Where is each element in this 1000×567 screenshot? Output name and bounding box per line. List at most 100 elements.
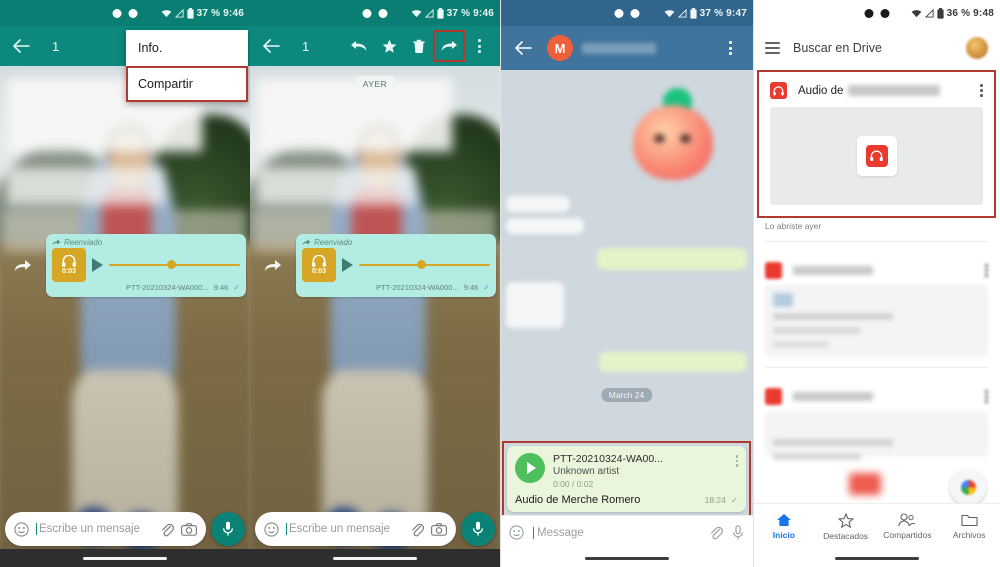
chat-bubble-incoming[interactable]: [506, 218, 584, 234]
status-bar-right-panel3: 37 % 9:47: [664, 7, 747, 19]
recent-file-card-highlight: Audio de: [757, 70, 996, 218]
star-icon-panel2[interactable]: [374, 31, 404, 61]
audio-filename-panel3: PTT-20210324-WA00...: [553, 453, 663, 465]
play-icon-panel2[interactable]: [342, 257, 353, 272]
status-bar-panel3: 37 % 9:47: [500, 0, 753, 26]
google-fab[interactable]: [950, 469, 986, 505]
microphone-icon-panel2: [472, 521, 484, 536]
microphone-icon: [222, 521, 234, 536]
selection-count-panel2: 1: [302, 38, 310, 54]
list-divider-2: [765, 367, 988, 368]
list-item[interactable]: [753, 378, 1000, 411]
nav-item-destacados[interactable]: Destacados: [815, 512, 877, 541]
chat-bubble-outgoing[interactable]: [599, 352, 747, 372]
message-input-bar-panel3: Message: [500, 515, 753, 549]
camera-dots-icon-panel4: [864, 8, 889, 18]
audio-artist-panel3: Unknown artist: [553, 466, 620, 477]
system-nav-panel3: [500, 549, 753, 567]
attach-icon[interactable]: [160, 522, 174, 537]
nav-item-compartidos[interactable]: Compartidos: [877, 513, 939, 540]
play-icon-panel1[interactable]: [92, 257, 103, 272]
reply-icon-panel2[interactable]: [344, 31, 374, 61]
recent-file-card[interactable]: Audio de: [760, 73, 993, 205]
emoji-icon-panel3[interactable]: [509, 525, 524, 540]
forward-icon-panel2[interactable]: [433, 30, 465, 62]
back-button-panel2[interactable]: [256, 31, 286, 61]
file-preview-row2[interactable]: [765, 411, 988, 460]
file-options-icon-row2[interactable]: [985, 390, 988, 403]
file-options-icon[interactable]: [980, 84, 983, 97]
read-receipt-icon-panel2: ✓: [483, 282, 490, 292]
file-preview-row1[interactable]: [765, 285, 988, 357]
audio-timestamp-panel3: 18:24: [704, 495, 726, 505]
photo-viewer-panel1: Reenviado 0:03 PTT-20210324-WA000... 9:4…: [0, 66, 250, 567]
read-receipt-icon-panel3: ✓: [730, 495, 738, 505]
delete-icon-panel2[interactable]: [404, 31, 434, 61]
search-bar-panel4[interactable]: Buscar en Drive: [753, 26, 1000, 70]
menu-item-info[interactable]: Info.: [126, 30, 248, 66]
audio-message-panel3[interactable]: PTT-20210324-WA00... Unknown artist 0:00…: [507, 446, 746, 512]
file-thumbnail[interactable]: [770, 107, 983, 205]
system-nav-panel1: [0, 549, 250, 567]
status-bar-right-panel1: 37 % 9:46: [161, 7, 244, 19]
message-placeholder-panel2: Escribe un mensaje: [286, 523, 403, 535]
audio-bubble-panel1[interactable]: Reenviado 0:03 PTT-20210324-WA000... 9:4…: [46, 233, 246, 297]
hamburger-menu-icon[interactable]: [765, 42, 780, 54]
folder-icon: [961, 514, 978, 527]
panel-divider-1: [500, 0, 501, 567]
list-item[interactable]: [753, 252, 1000, 285]
status-bar-panel2: 37 % 9:46: [250, 0, 500, 26]
chat-scroll-panel3[interactable]: March 24 PTT-20210324-WA00... Unknown ar…: [500, 70, 753, 515]
microphone-icon-panel3[interactable]: [732, 524, 744, 541]
search-placeholder[interactable]: Buscar en Drive: [793, 41, 953, 55]
battery-icon-panel2: [436, 7, 444, 19]
file-name-redacted-row1: [793, 266, 873, 275]
account-avatar-panel4[interactable]: [966, 37, 988, 59]
menu-item-compartir[interactable]: Compartir: [126, 66, 248, 102]
message-input-panel2[interactable]: Escribe un mensaje: [255, 512, 456, 546]
nav-item-archivos[interactable]: Archivos: [938, 513, 1000, 540]
audio-duration-panel2: 0:03: [311, 267, 326, 275]
audio-filename-panel1: PTT-20210324-WA000...: [126, 282, 209, 292]
forward-arrow-icon-panel1: [0, 259, 46, 272]
nav-item-inicio[interactable]: Inicio: [753, 513, 815, 540]
audio-options-icon-panel3[interactable]: [735, 453, 738, 467]
signal-icon-panel4: [924, 8, 934, 18]
chat-bubble-incoming[interactable]: [506, 282, 564, 328]
attach-icon-panel3[interactable]: [709, 525, 723, 540]
overflow-menu-icon-panel3[interactable]: [715, 33, 745, 63]
camera-icon-panel2[interactable]: [431, 522, 447, 536]
back-button-panel3[interactable]: [508, 33, 538, 63]
voice-record-button-panel2[interactable]: [461, 512, 495, 546]
panel-google-drive: 36 % 9:48 Buscar en Drive Audio de Lo ab…: [753, 0, 1000, 567]
audio-seek-bar-panel1[interactable]: [109, 260, 240, 269]
chat-bubble-incoming[interactable]: [506, 196, 570, 212]
attach-icon-panel2[interactable]: [410, 522, 424, 537]
file-options-icon-row1[interactable]: [985, 264, 988, 277]
message-input-panel1[interactable]: Escribe un mensaje: [5, 512, 206, 546]
chat-bubble-outgoing[interactable]: [597, 248, 747, 270]
people-icon: [898, 513, 916, 527]
wifi-icon: [161, 9, 172, 17]
clock-panel2: 9:46: [473, 7, 494, 19]
voice-record-button-panel1[interactable]: [211, 512, 245, 546]
audio-thumbnail-panel2: 0:03: [302, 247, 336, 282]
play-button-panel3[interactable]: [515, 453, 545, 483]
emoji-icon[interactable]: [14, 521, 29, 537]
audio-filename-panel2: PTT-20210324-WA000...: [376, 282, 459, 292]
wifi-icon-panel3: [664, 9, 675, 17]
audio-bubble-panel2[interactable]: Reenviado 0:03 PTT-20210324-WA000... 9:4…: [296, 233, 496, 297]
message-placeholder-panel3[interactable]: Message: [533, 526, 700, 539]
avatar-panel3[interactable]: M: [547, 35, 573, 61]
emoji-icon-panel2[interactable]: [264, 521, 279, 537]
star-icon: [837, 512, 854, 528]
photo-viewer-panel2: AYER Reenviado 0:03 PTT-20210324-WA000..…: [250, 66, 500, 567]
date-divider-panel3: March 24: [600, 388, 653, 402]
overflow-menu-icon-panel2[interactable]: [464, 31, 494, 61]
audio-time-panel2: 9:46: [463, 282, 479, 292]
audio-seek-bar-panel2[interactable]: [359, 260, 490, 269]
home-icon: [776, 514, 791, 526]
camera-icon[interactable]: [181, 522, 197, 536]
back-button-panel1[interactable]: [6, 31, 36, 61]
audio-file-icon-row1: [765, 262, 782, 279]
